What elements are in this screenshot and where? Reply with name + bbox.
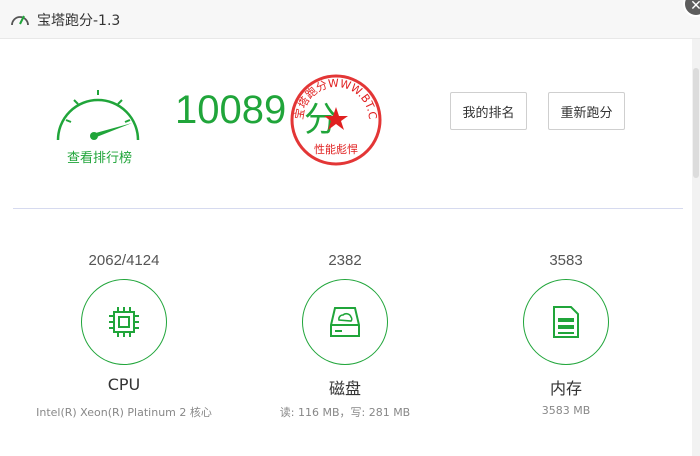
cpu-label: CPU [107,375,141,394]
cpu-chip-icon [109,307,139,337]
my-ranking-button[interactable]: 我的排名 [450,92,527,130]
cpu-icon-circle [81,279,167,365]
view-leaderboard-link[interactable]: 查看排行榜 [52,147,147,166]
memory-score: 3583 [466,250,666,269]
disk-drive-icon [330,307,360,337]
memory-label: 内存 [549,379,582,398]
window-title: 宝塔跑分-1.3 [37,13,121,29]
scrollbar-thumb[interactable] [693,68,699,178]
bt-seal-stamp: 宝塔跑分WWW.BT.CN 性能彪悍 [289,73,382,166]
speedometer-gauge-icon[interactable] [52,82,144,146]
cpu-score: 2062/4124 [24,250,224,269]
cpu-description: Intel(R) Xeon(R) Platinum 2 核心 [36,406,212,419]
stamp-bottom-text: 性能彪悍 [314,142,358,156]
memory-card-icon [553,306,579,338]
benchmark-score: 10089 [175,88,287,132]
disk-score-value: 2382 [328,252,362,269]
memory-score-value: 3583 [549,252,583,269]
cpu-score-value: 2062/4124 [88,252,160,269]
disk-description: 读: 116 MB，写: 281 MB [279,406,411,419]
speedometer-icon [11,15,29,26]
memory-description: 3583 MB [541,404,591,417]
title-bar: 宝塔跑分-1.3 [0,0,700,39]
section-divider [13,208,683,209]
rerun-benchmark-button[interactable]: 重新跑分 [548,92,625,130]
disk-icon-circle [302,279,388,365]
disk-label: 磁盘 [328,379,361,398]
memory-icon-circle [523,279,609,365]
disk-score: 2382 [245,250,445,269]
